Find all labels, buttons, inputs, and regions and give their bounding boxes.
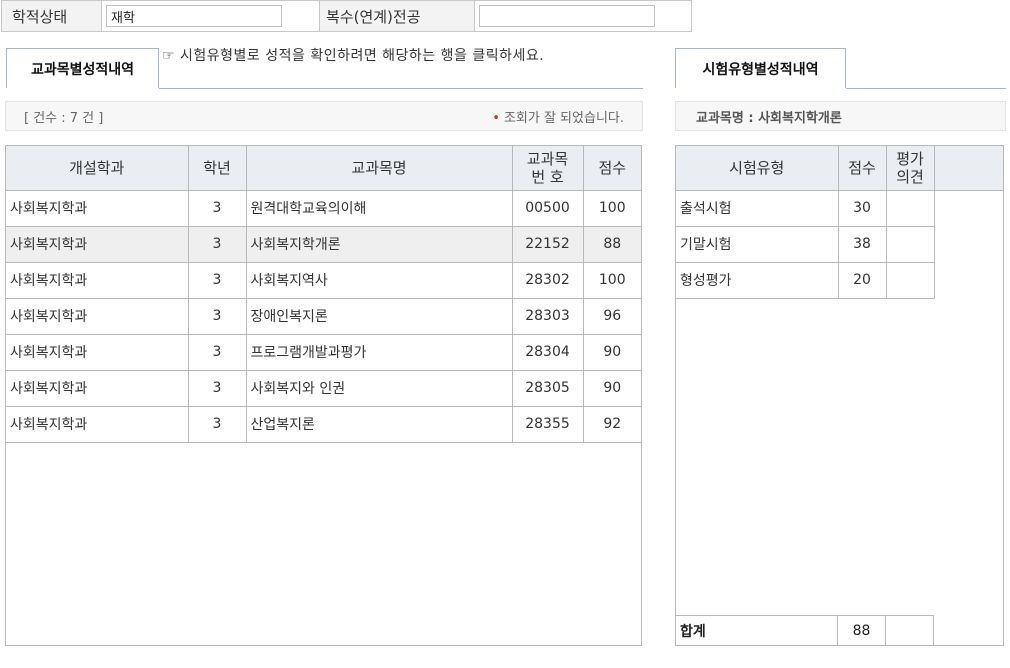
selected-course-name: 교과목명 : 사회복지학개론 bbox=[696, 110, 842, 126]
cell-exam-comment bbox=[886, 226, 935, 263]
cell-department: 사회복지학과 bbox=[6, 298, 189, 335]
bullet-icon: • bbox=[492, 110, 500, 126]
cell-year: 3 bbox=[188, 334, 247, 371]
cell-course-code: 00500 bbox=[512, 190, 584, 227]
right-status-bar: 교과목명 : 사회복지학개론 bbox=[675, 101, 1006, 131]
cell-course-code: 28355 bbox=[512, 406, 584, 443]
cell-course-name: 장애인복지론 bbox=[246, 298, 513, 335]
cell-exam-filler bbox=[934, 226, 1003, 262]
col-course-name[interactable]: 교과목명 bbox=[246, 146, 513, 191]
cell-year: 3 bbox=[188, 298, 247, 335]
cell-course-name: 사회복지와 인권 bbox=[246, 370, 513, 407]
cell-exam-comment bbox=[886, 262, 935, 299]
tab-underline-left bbox=[159, 88, 643, 89]
col-score[interactable]: 점수 bbox=[583, 146, 641, 191]
course-header-row: 개설학과 학년 교과목명 교과목 번 호 점수 bbox=[6, 146, 641, 191]
cell-score: 96 bbox=[583, 298, 641, 335]
exam-table: 시험유형 점수 평가 의견 출석시험 30 기말시험 38 형성평가 20 bbox=[676, 146, 1003, 299]
exam-row[interactable]: 형성평가 20 bbox=[676, 262, 1003, 299]
cell-exam-type: 기말시험 bbox=[676, 226, 839, 263]
cell-course-code: 22152 bbox=[512, 226, 584, 263]
cell-department: 사회복지학과 bbox=[6, 190, 189, 227]
cell-score: 90 bbox=[583, 334, 641, 371]
course-row[interactable]: 사회복지학과 3 원격대학교육의이해 00500 100 bbox=[6, 190, 641, 227]
course-row[interactable]: 사회복지학과 3 사회복지역사 28302 100 bbox=[6, 262, 641, 299]
col-exam-comment-label: 평가 의견 bbox=[896, 149, 924, 186]
cell-department: 사회복지학과 bbox=[6, 406, 189, 443]
col-year[interactable]: 학년 bbox=[188, 146, 247, 191]
cell-department: 사회복지학과 bbox=[6, 226, 189, 263]
tab-exam-grades[interactable]: 시험유형별성적내역 bbox=[675, 48, 846, 88]
cell-course-code: 28302 bbox=[512, 262, 584, 299]
tab-underline-right bbox=[846, 88, 1006, 89]
exam-total-row: 합계 88 bbox=[676, 615, 934, 645]
exam-grid: 시험유형 점수 평가 의견 출석시험 30 기말시험 38 형성평가 20 합계 88 bbox=[675, 145, 1004, 646]
col-department[interactable]: 개설학과 bbox=[6, 146, 189, 191]
course-row[interactable]: 사회복지학과 3 프로그램개발과평가 28304 90 bbox=[6, 334, 641, 371]
exam-row[interactable]: 기말시험 38 bbox=[676, 226, 1003, 263]
course-row[interactable]: 사회복지학과 3 사회복지학개론 22152 88 bbox=[6, 226, 641, 263]
total-label: 합계 bbox=[676, 616, 838, 645]
cell-exam-score: 38 bbox=[838, 226, 887, 263]
total-value: 88 bbox=[838, 616, 886, 645]
status-input[interactable] bbox=[106, 5, 282, 27]
cell-exam-type: 출석시험 bbox=[676, 190, 839, 227]
cell-exam-filler bbox=[934, 190, 1003, 226]
cell-department: 사회복지학과 bbox=[6, 370, 189, 407]
cell-year: 3 bbox=[188, 262, 247, 299]
exam-row[interactable]: 출석시험 30 bbox=[676, 190, 1003, 227]
status-label: 학적상태 bbox=[2, 1, 102, 31]
cell-course-code: 28304 bbox=[512, 334, 584, 371]
major-input[interactable] bbox=[479, 5, 655, 27]
cell-course-name: 사회복지학개론 bbox=[246, 226, 513, 263]
col-exam-score[interactable]: 점수 bbox=[838, 146, 887, 191]
major-value-wrap bbox=[475, 1, 691, 31]
col-exam-type[interactable]: 시험유형 bbox=[676, 146, 839, 191]
col-course-code-label: 교과목 번 호 bbox=[526, 149, 569, 186]
cell-department: 사회복지학과 bbox=[6, 262, 189, 299]
cell-course-name: 사회복지역사 bbox=[246, 262, 513, 299]
cell-department: 사회복지학과 bbox=[6, 334, 189, 371]
cell-exam-type: 형성평가 bbox=[676, 262, 839, 299]
course-row[interactable]: 사회복지학과 3 장애인복지론 28303 96 bbox=[6, 298, 641, 335]
cell-score: 90 bbox=[583, 370, 641, 407]
cell-score: 100 bbox=[583, 190, 641, 227]
status-value-wrap bbox=[102, 1, 319, 31]
cell-year: 3 bbox=[188, 370, 247, 407]
course-grid: 개설학과 학년 교과목명 교과목 번 호 점수 사회복지학과 3 원격대학교육의이해… bbox=[5, 145, 642, 646]
cell-year: 3 bbox=[188, 406, 247, 443]
record-count: [ 건수 : 7 건 ] bbox=[24, 110, 104, 126]
tab-course-grades[interactable]: 교과목별성적내역 bbox=[6, 48, 159, 88]
cell-year: 3 bbox=[188, 190, 247, 227]
major-label: 복수(연계)전공 bbox=[319, 1, 475, 31]
cell-score: 92 bbox=[583, 406, 641, 443]
cell-course-name: 프로그램개발과평가 bbox=[246, 334, 513, 371]
exam-header-row: 시험유형 점수 평가 의견 bbox=[676, 146, 1003, 191]
cell-exam-comment bbox=[886, 190, 935, 227]
cell-exam-score: 30 bbox=[838, 190, 887, 227]
cell-score: 88 bbox=[583, 226, 641, 263]
cell-course-code: 28303 bbox=[512, 298, 584, 335]
exam-body: 출석시험 30 기말시험 38 형성평가 20 bbox=[676, 190, 1003, 299]
notice-text: ☞ 시험유형별로 성적을 확인하려면 해당하는 행을 클릭하세요. bbox=[162, 48, 545, 64]
cell-course-name: 원격대학교육의이해 bbox=[246, 190, 513, 227]
cell-year: 3 bbox=[188, 226, 247, 263]
student-info-bar: 학적상태 복수(연계)전공 bbox=[1, 0, 692, 32]
left-status-bar: [ 건수 : 7 건 ] • 조회가 잘 되었습니다. bbox=[5, 101, 643, 131]
cell-course-code: 28305 bbox=[512, 370, 584, 407]
course-row[interactable]: 사회복지학과 3 산업복지론 28355 92 bbox=[6, 406, 641, 443]
total-comment bbox=[886, 616, 934, 645]
col-course-code[interactable]: 교과목 번 호 bbox=[512, 146, 584, 191]
course-row[interactable]: 사회복지학과 3 사회복지와 인권 28305 90 bbox=[6, 370, 641, 407]
course-body: 사회복지학과 3 원격대학교육의이해 00500 100 사회복지학과 3 사회복지학개론 22… bbox=[6, 190, 641, 443]
query-message: • 조회가 잘 되었습니다. bbox=[492, 107, 624, 126]
col-exam-filler bbox=[934, 146, 1003, 191]
cell-course-name: 산업복지론 bbox=[246, 406, 513, 443]
cell-exam-filler bbox=[934, 262, 1003, 298]
cell-score: 100 bbox=[583, 262, 641, 299]
col-exam-comment[interactable]: 평가 의견 bbox=[886, 146, 935, 191]
query-message-text: 조회가 잘 되었습니다. bbox=[503, 110, 624, 126]
course-table: 개설학과 학년 교과목명 교과목 번 호 점수 사회복지학과 3 원격대학교육의이해… bbox=[6, 146, 641, 443]
cell-exam-score: 20 bbox=[838, 262, 887, 299]
